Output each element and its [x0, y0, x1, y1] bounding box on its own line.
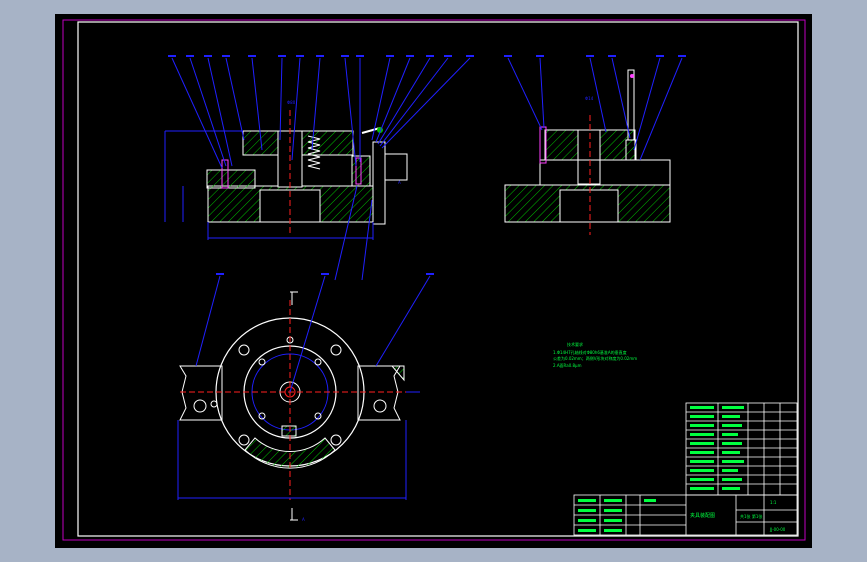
tech-req-heading: 技术要求 — [567, 341, 583, 347]
plan-view-dimension: A — [302, 517, 305, 522]
drawing-scale: 1:1 — [770, 500, 777, 505]
side-section-view — [504, 55, 686, 235]
tech-req-line-2: 公差为0.02mm；两侧V形块对称度为0.02mm — [553, 355, 637, 361]
cad-viewport[interactable]: Φ80 A Φ14 A 技术要求 1.Φ14H7孔轴线对Φ80h6基准A的垂直度… — [0, 0, 867, 562]
inner-frame — [77, 21, 799, 537]
front-view-dimension: Φ80 — [287, 100, 296, 105]
front-section-view — [164, 55, 474, 281]
drawing-number: JJ-00-00 — [769, 527, 786, 532]
drawing-svg: Φ80 A Φ14 A 技术要求 1.Φ14H7孔轴线对Φ80h6基准A的垂直度… — [62, 19, 806, 541]
technical-requirements: 技术要求 1.Φ14H7孔轴线对Φ80h6基准A的垂直度 公差为0.02mm；两… — [553, 341, 637, 368]
front-view-section-label: A — [398, 180, 401, 185]
drawing-name: 夹具装配图 — [690, 512, 715, 519]
side-view-dimension: Φ14 — [585, 96, 594, 101]
title-block-filler — [578, 499, 656, 532]
tech-req-line-1: 1.Φ14H7孔轴线对Φ80h6基准A的垂直度 — [553, 349, 627, 355]
tech-req-line-3: 2.A面Ra0.8μm — [553, 363, 582, 368]
drawing-sheet: 共1张 第1张 — [740, 513, 762, 519]
plan-view — [177, 273, 434, 521]
